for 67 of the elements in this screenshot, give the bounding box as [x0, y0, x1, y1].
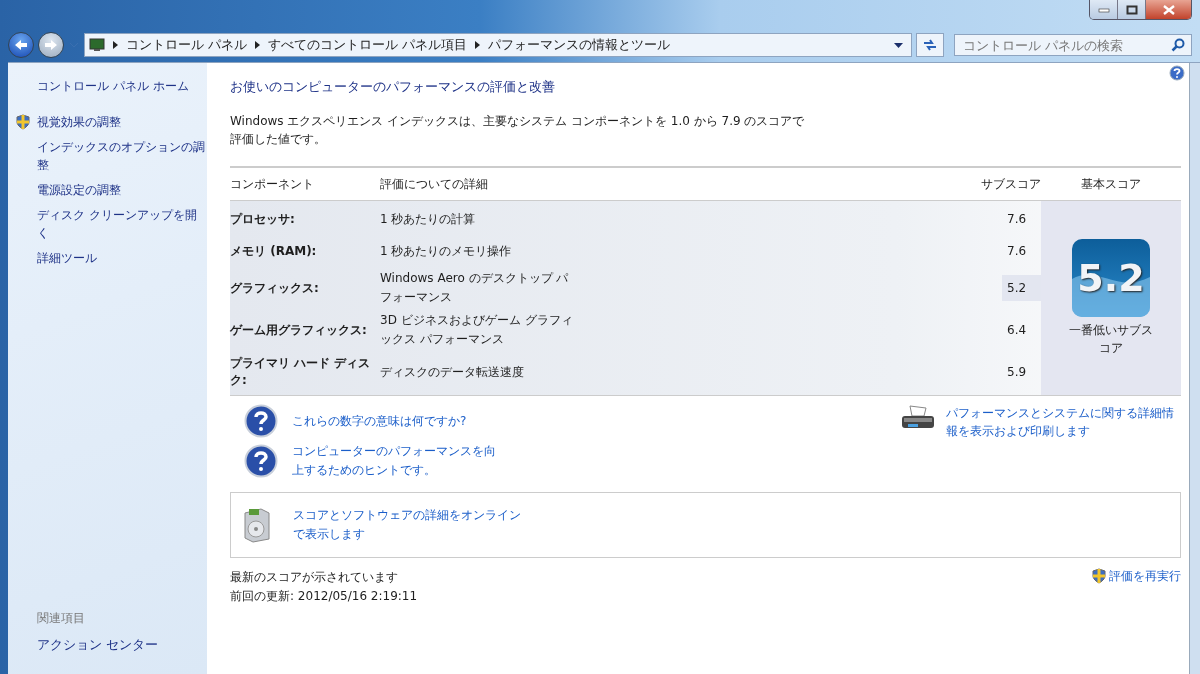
page-title: お使いのコンピューターのパフォーマンスの評価と改善 [230, 79, 556, 96]
rating-detail: 1 秒あたりの計算 [380, 210, 477, 228]
rating-detail: 1 秒あたりのメモリ操作 [380, 242, 513, 260]
close-icon [1161, 4, 1176, 15]
help-icon [244, 444, 278, 478]
rating-detail: 3D ビジネスおよびゲーム グラフィックス パフォーマンス [380, 312, 574, 348]
description: Windows エクスペリエンス インデックスは、主要なシステム コンポーネントを 1.0 から 7.9 のスコアで評価した値です。 [230, 113, 806, 148]
refresh-button[interactable] [916, 33, 944, 57]
search-icon[interactable] [1171, 38, 1185, 52]
column-header: 基本スコア [1080, 175, 1142, 193]
component-name: メモリ (RAM): [230, 242, 318, 260]
search-field[interactable]: コントロール パネルの検索 [954, 34, 1192, 56]
forward-button[interactable] [38, 32, 64, 58]
monitor-icon [89, 38, 105, 52]
arrow-icon[interactable] [255, 41, 260, 49]
back-button[interactable] [8, 32, 34, 58]
arrow-icon[interactable] [474, 41, 480, 49]
subscore: 7.6 [1006, 243, 1028, 260]
column-header: サブスコア [980, 175, 1041, 193]
software-box-icon [241, 507, 273, 543]
maximize-button[interactable] [1118, 0, 1146, 19]
breadcrumb[interactable]: パフォーマンスの情報とツール [487, 36, 670, 54]
subscore: 6.4 [1006, 322, 1028, 339]
related-heading: 関連項目 [36, 610, 86, 627]
score-badge: 5.2 [1072, 239, 1150, 317]
subscore: 5.2 [1002, 275, 1041, 301]
base-score-caption: 一番低いサブスコア [1068, 322, 1154, 357]
component-name: プロセッサ: [230, 210, 296, 228]
rerun-link[interactable]: 評価を再実行 [1109, 568, 1181, 585]
subscore: 5.9 [1006, 364, 1028, 381]
scrollbar[interactable] [1189, 63, 1200, 674]
print-link[interactable]: パフォーマンスとシステムに関する詳細情報を表示および印刷します [946, 404, 1181, 440]
component-name: グラフィックス: [230, 279, 320, 297]
rating-detail: Windows Aero のデスクトップ パフォーマンス [380, 270, 570, 306]
breadcrumb[interactable]: コントロール パネル [126, 36, 247, 54]
refresh-icon [922, 38, 938, 52]
address-bar[interactable]: コントロール パネル すべてのコントロール パネル項目 パフォーマンスの情報とツール [84, 33, 912, 57]
sidebar-link[interactable]: コントロール パネル ホーム [37, 77, 207, 95]
subscore: 7.6 [1006, 211, 1028, 228]
back-arrow-icon [14, 39, 28, 51]
help-link[interactable]: これらの数字の意味は何ですか? [292, 411, 507, 431]
sidebar-link[interactable]: 電源設定の調整 [37, 181, 207, 199]
breadcrumb[interactable]: すべてのコントロール パネル項目 [268, 36, 467, 54]
status-text: 最新のスコアが示されています [230, 569, 399, 586]
component-name: ゲーム用グラフィックス: [230, 321, 368, 339]
minimize-icon [1097, 6, 1110, 13]
help-icon [244, 404, 278, 438]
sidebar-link[interactable]: ディスク クリーンアップを開く [37, 206, 207, 242]
forward-arrow-icon [44, 39, 58, 51]
arrow-icon[interactable] [113, 41, 118, 49]
online-link[interactable]: スコアとソフトウェアの詳細をオンラインで表示します [293, 506, 523, 544]
minimize-button[interactable] [1090, 0, 1118, 19]
close-button[interactable] [1146, 0, 1191, 19]
sidebar-link[interactable]: アクション センター [16, 637, 207, 654]
maximize-icon [1125, 4, 1138, 15]
rating-detail: ディスクのデータ転送速度 [380, 363, 525, 381]
sidebar-link[interactable]: インデックスのオプションの調整 [37, 138, 207, 174]
column-header: 評価についての詳細 [380, 175, 489, 193]
sidebar-link[interactable]: 視覚効果の調整 [37, 113, 207, 131]
help-link[interactable]: コンピューターのパフォーマンスを向上するためのヒントです。 [292, 442, 507, 480]
shield-icon [1092, 568, 1106, 584]
help-icon[interactable] [1169, 65, 1185, 81]
column-header: コンポーネント [230, 175, 315, 193]
sidebar-link[interactable]: 詳細ツール [37, 249, 207, 267]
dropdown-icon[interactable] [894, 42, 903, 48]
last-update-text: 前回の更新: 2012/05/16 2:19:11 [230, 588, 418, 605]
component-name: プライマリ ハード ディスク: [230, 355, 372, 389]
